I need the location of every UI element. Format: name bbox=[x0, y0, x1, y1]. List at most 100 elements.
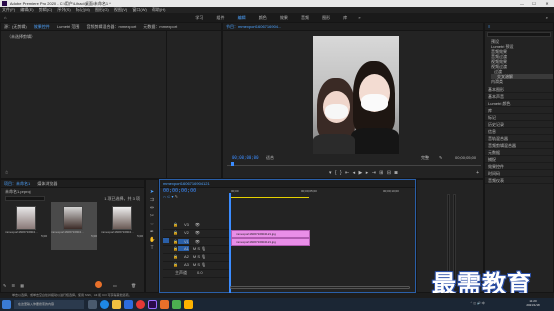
icon-view-icon[interactable]: ▦ bbox=[18, 283, 26, 288]
section-history[interactable]: 历史记录 bbox=[485, 121, 553, 128]
menu-marker[interactable]: 标记(M) bbox=[74, 7, 92, 12]
section-markers[interactable]: 标记 bbox=[485, 114, 553, 121]
eye-icon[interactable]: 👁 bbox=[189, 239, 200, 244]
file-explorer-icon[interactable] bbox=[112, 300, 121, 309]
track-header-master[interactable]: 主声道 0.0 bbox=[163, 270, 229, 278]
section-audio-clip-mixer[interactable]: 音频剪辑混合器 bbox=[485, 142, 553, 149]
add-marker-icon[interactable]: ▾ bbox=[171, 194, 173, 199]
minimize-button[interactable]: — bbox=[518, 0, 526, 7]
clock[interactable]: 11:20 2021/1/18 bbox=[518, 299, 548, 307]
menu-graphics[interactable]: 图形(G) bbox=[93, 7, 111, 12]
work-area-bar[interactable] bbox=[229, 197, 309, 198]
program-current-timecode[interactable]: 00;00;00;00 bbox=[232, 154, 259, 162]
workspace-audio[interactable]: 音频 bbox=[295, 15, 315, 20]
list-view-icon[interactable]: ☰ bbox=[9, 283, 17, 288]
lift-icon[interactable]: ⊞ bbox=[378, 170, 384, 176]
menu-view[interactable]: 视图(V) bbox=[112, 7, 129, 12]
section-essential-graphics[interactable]: 基本图形 bbox=[485, 86, 553, 93]
razor-tool-icon[interactable]: ✂ bbox=[149, 213, 155, 219]
app-icon[interactable] bbox=[184, 300, 193, 309]
trash-icon[interactable]: 🗑 bbox=[131, 283, 136, 288]
program-scrubber[interactable] bbox=[227, 163, 481, 166]
settings-wrench-icon[interactable]: ✎ bbox=[439, 154, 442, 162]
section-metadata[interactable]: 元数据 bbox=[485, 149, 553, 156]
tab-audio-clip-mixer[interactable]: 音频剪辑混合器：mmexport bbox=[84, 23, 140, 30]
menu-sequence[interactable]: 序列(S) bbox=[55, 7, 72, 12]
edge-icon[interactable] bbox=[100, 300, 109, 309]
master-volume[interactable]: 0.0 bbox=[187, 270, 203, 275]
step-forward-icon[interactable]: ▸ bbox=[365, 170, 370, 176]
taskbar-search-input[interactable]: 在这里输入你要搜索的内容 bbox=[14, 300, 84, 309]
track-select-tool-icon[interactable]: ⇉ bbox=[149, 197, 155, 203]
menu-file[interactable]: 文件(F) bbox=[0, 7, 17, 12]
zoom-fit-select[interactable]: 适合 bbox=[266, 154, 274, 162]
mark-in-icon[interactable]: { bbox=[334, 170, 338, 176]
tab-effects[interactable]: ≡ bbox=[485, 23, 493, 30]
timeline-scrollbar[interactable] bbox=[230, 286, 410, 289]
tree-slide[interactable]: 内滑类 bbox=[491, 79, 553, 84]
track-header-a2[interactable]: 🔒 A2 M S 🎙 bbox=[163, 254, 229, 262]
home-icon[interactable]: ⌂ bbox=[4, 13, 6, 22]
menu-clip[interactable]: 剪辑(C) bbox=[37, 7, 55, 12]
section-libraries[interactable]: 库 bbox=[485, 107, 553, 114]
tab-effect-controls[interactable]: 效果控件 bbox=[31, 23, 53, 30]
tab-lumetri-scopes[interactable]: Lumetri 范围 bbox=[54, 23, 82, 30]
workspace-libraries[interactable]: 库 bbox=[337, 15, 353, 20]
linked-selection-icon[interactable]: ⊂ bbox=[167, 194, 170, 199]
menu-help[interactable]: 帮助(H) bbox=[150, 7, 168, 12]
slip-tool-icon[interactable]: ⇔ bbox=[149, 221, 155, 227]
workspace-assembly[interactable]: 组件 bbox=[211, 15, 231, 20]
effects-search-input[interactable] bbox=[487, 32, 551, 37]
eye-icon[interactable]: 👁 bbox=[189, 230, 200, 235]
app-icon[interactable] bbox=[160, 300, 169, 309]
track-header-v2[interactable]: 🔒 V2 👁 bbox=[163, 230, 229, 238]
more-workspaces-icon[interactable]: » bbox=[354, 15, 364, 20]
timeline-clip[interactable]: mmexport1606716904121.jpg bbox=[231, 238, 310, 246]
play-icon[interactable]: ▶ bbox=[358, 170, 364, 176]
export-frame-icon[interactable]: ◙ bbox=[393, 170, 398, 176]
workspace-learn[interactable]: 学习 bbox=[189, 15, 209, 20]
track-header-a1[interactable]: 🔒 A1 M S 🎙 bbox=[163, 246, 229, 254]
timeline-ruler[interactable]: 00;00 00;00;05;00 00;00;10;00 bbox=[229, 188, 415, 293]
section-info[interactable]: 信息 bbox=[485, 128, 553, 135]
chrome-icon[interactable] bbox=[136, 300, 145, 309]
pencil-icon[interactable]: ✎ bbox=[1, 283, 8, 288]
timeline-clip[interactable]: mmexport1606716904121.jpg bbox=[231, 230, 310, 238]
tab-source[interactable]: 源：(无剪辑) bbox=[1, 23, 30, 30]
project-item[interactable]: mmexport1606716904... 5;00 bbox=[101, 206, 143, 246]
project-item[interactable]: mmexport1606716904... 5;00 bbox=[51, 202, 97, 250]
new-item-icon[interactable] bbox=[95, 281, 102, 288]
wrench-icon[interactable]: ✎ bbox=[175, 194, 178, 199]
go-to-out-icon[interactable]: ⇥ bbox=[371, 170, 377, 176]
section-effect-controls[interactable]: 效果控件 bbox=[485, 163, 553, 170]
windows-start-icon[interactable] bbox=[2, 300, 11, 309]
tab-metadata[interactable]: 元数据：mmexport bbox=[140, 23, 180, 30]
workspace-color[interactable]: 颜色 bbox=[253, 15, 273, 20]
program-playhead[interactable] bbox=[231, 162, 234, 166]
search-icon[interactable]: ⌕ bbox=[546, 13, 548, 22]
tab-media-browser[interactable]: 媒体浏览器 bbox=[34, 180, 60, 187]
app-icon[interactable] bbox=[172, 300, 181, 309]
type-tool-icon[interactable]: T bbox=[149, 245, 155, 251]
quality-select[interactable]: 完整 bbox=[421, 154, 429, 162]
tab-project[interactable]: 项目：未命名1 bbox=[1, 180, 33, 187]
workspace-graphics[interactable]: 图形 bbox=[316, 15, 336, 20]
track-header-a3[interactable]: 🔒 A3 M S 🎙 bbox=[163, 262, 229, 270]
mark-out-icon[interactable]: } bbox=[339, 170, 343, 176]
close-button[interactable]: ✕ bbox=[543, 0, 551, 7]
eye-icon[interactable]: 👁 bbox=[189, 222, 200, 227]
selection-tool-icon[interactable]: ➤ bbox=[149, 189, 155, 195]
snap-icon[interactable]: ∩ bbox=[163, 194, 166, 199]
go-to-in-icon[interactable]: ⇤ bbox=[344, 170, 350, 176]
track-header-v3[interactable]: 🔒 V3 👁 bbox=[163, 222, 229, 230]
project-search-input[interactable] bbox=[5, 196, 45, 201]
maximize-button[interactable]: ☐ bbox=[530, 0, 538, 7]
add-button-icon[interactable]: + bbox=[476, 170, 479, 176]
add-marker-icon[interactable]: ▾ bbox=[328, 170, 333, 176]
pen-tool-icon[interactable]: ✒ bbox=[149, 229, 155, 235]
hand-tool-icon[interactable]: ✋ bbox=[149, 237, 155, 243]
project-item[interactable]: mmexport1606716904... 5;00 bbox=[5, 206, 47, 246]
track-header-v1[interactable]: 🔒 V1 👁 bbox=[163, 238, 229, 246]
menu-window[interactable]: 窗口(W) bbox=[130, 7, 148, 12]
ripple-edit-tool-icon[interactable]: ⇹ bbox=[149, 205, 155, 211]
